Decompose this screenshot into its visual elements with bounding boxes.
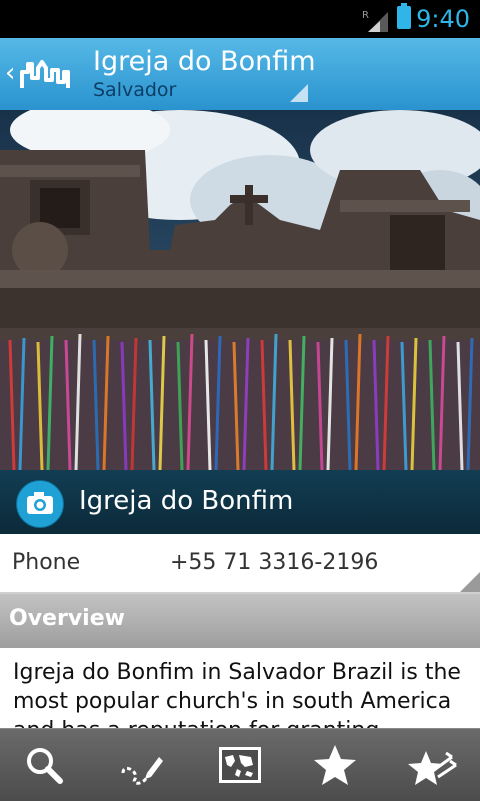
phone-value[interactable]: +55 71 3316-2196	[170, 550, 378, 575]
hero-image[interactable]	[0, 110, 480, 470]
overview-heading: Overview	[9, 606, 125, 631]
star-icon[interactable]	[306, 737, 364, 795]
camera-icon[interactable]	[16, 480, 64, 528]
back-chevron-icon[interactable]: ‹	[5, 58, 15, 88]
page-title: Igreja do Bonfim	[93, 46, 316, 77]
battery-icon	[397, 3, 411, 29]
signal-icon: R	[362, 10, 388, 32]
roaming-indicator: R	[362, 10, 369, 21]
overview-text: Igreja do Bonfim in Salvador Brazil is t…	[13, 660, 461, 730]
route-pencil-icon[interactable]	[113, 737, 171, 795]
church-photo	[0, 110, 480, 470]
page-subtitle[interactable]: Salvador	[93, 78, 176, 102]
photo-caption-title: Igreja do Bonfim	[79, 486, 294, 516]
status-bar: R 9:40	[0, 0, 480, 38]
phone-row[interactable]: Phone +55 71 3316-2196	[0, 534, 480, 594]
city-skyline-logo-icon[interactable]	[20, 54, 72, 94]
bottom-nav	[0, 728, 480, 801]
action-bar: ‹ Igreja do Bonfim Salvador	[0, 38, 480, 110]
row-corner-indicator	[460, 572, 480, 592]
phone-label: Phone	[12, 550, 81, 575]
status-time: 9:40	[416, 5, 470, 33]
dropdown-corner-icon[interactable]	[290, 84, 308, 102]
search-icon[interactable]	[16, 737, 74, 795]
map-icon[interactable]	[211, 737, 269, 795]
overview-header: Overview	[0, 594, 480, 648]
photo-caption-bar[interactable]: Igreja do Bonfim	[0, 470, 480, 534]
favorite-star-arrow-icon[interactable]	[404, 737, 462, 795]
